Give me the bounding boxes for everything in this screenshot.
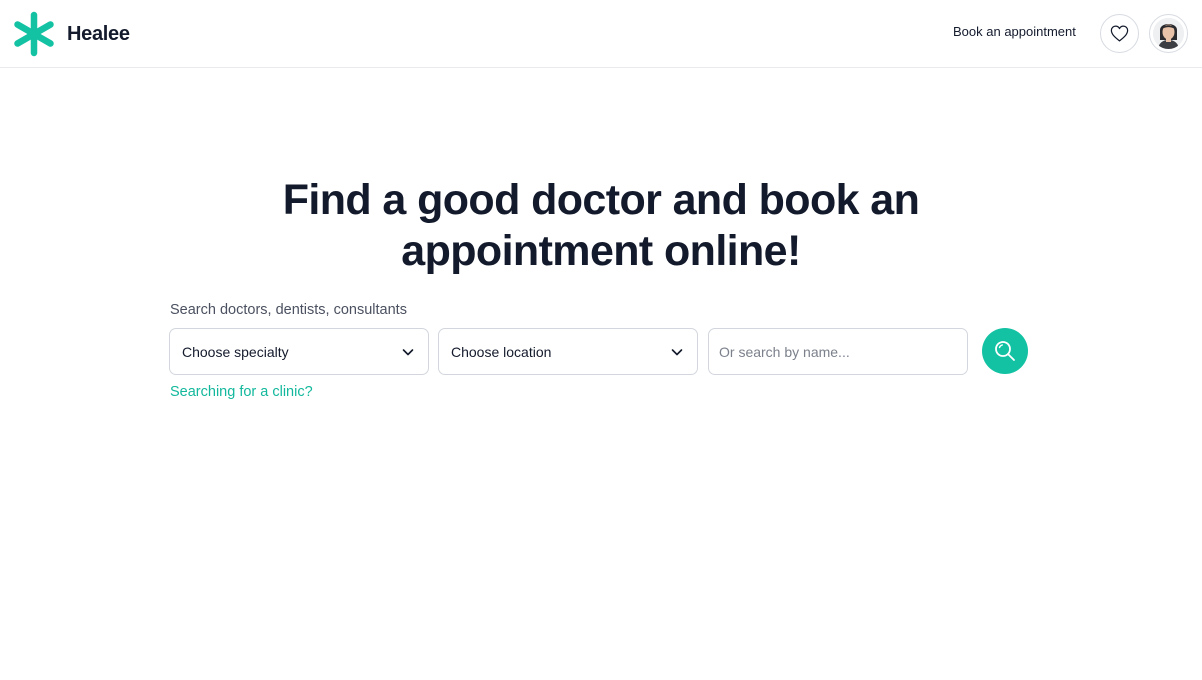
name-search-input[interactable]: [708, 328, 968, 375]
page-title-line2: appointment online!: [401, 227, 801, 275]
search-label: Search doctors, dentists, consultants: [170, 302, 407, 318]
search-button[interactable]: [982, 328, 1028, 374]
favorites-button[interactable]: [1100, 14, 1139, 53]
location-select-value: Choose location: [451, 343, 552, 360]
heart-icon: [1110, 25, 1129, 42]
avatar-image: [1153, 18, 1184, 49]
chevron-down-icon: [402, 349, 414, 356]
location-select[interactable]: Choose location: [438, 328, 698, 375]
clinic-search-link[interactable]: Searching for a clinic?: [170, 384, 313, 400]
asterisk-logo-icon: [14, 11, 54, 57]
page-title: Find a good doctor and book an appointme…: [0, 175, 1202, 277]
brand-logo[interactable]: Healee: [13, 11, 130, 57]
page-title-line1: Find a good doctor and book an: [282, 176, 920, 224]
specialty-select-value: Choose specialty: [182, 343, 289, 360]
user-avatar[interactable]: [1149, 14, 1188, 53]
top-navigation-bar: Healee Book an appointment: [0, 0, 1202, 68]
book-appointment-link[interactable]: Book an appointment: [953, 24, 1076, 39]
chevron-down-icon: [671, 349, 683, 356]
brand-name: Healee: [67, 22, 130, 45]
specialty-select[interactable]: Choose specialty: [169, 328, 429, 375]
search-icon: [995, 341, 1015, 361]
